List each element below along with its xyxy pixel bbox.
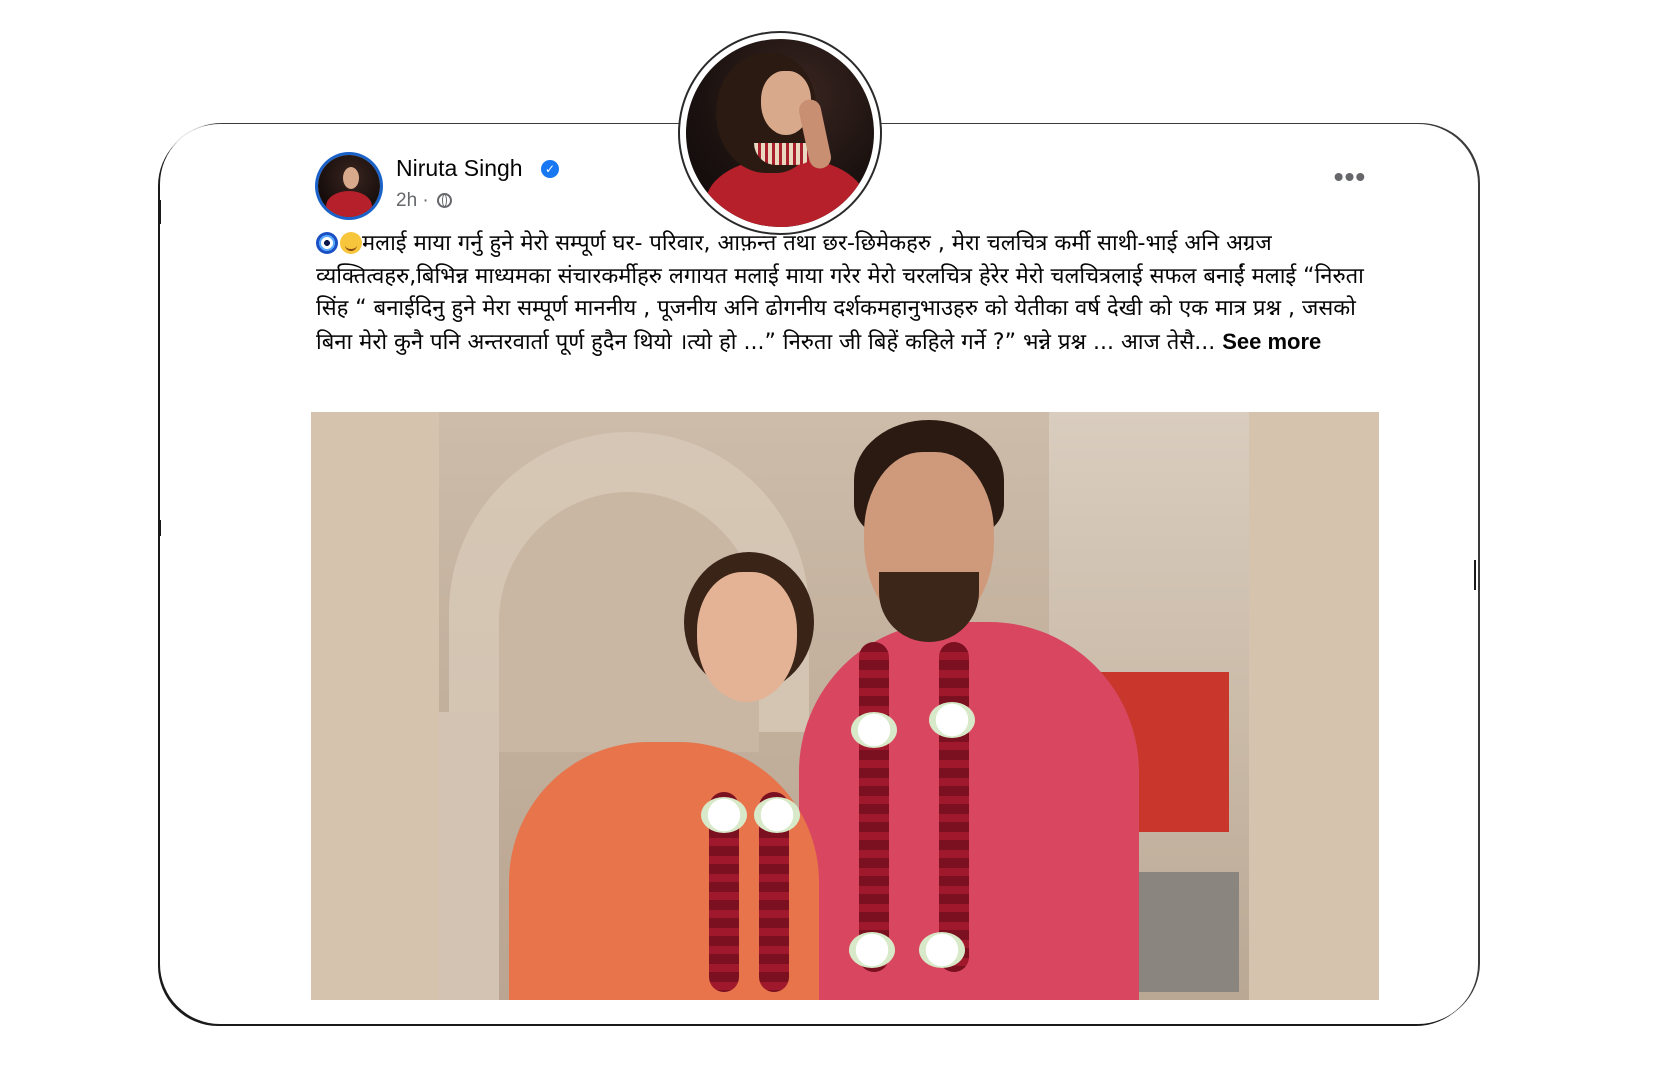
profile-photo-large (680, 33, 880, 233)
garland-flower (754, 797, 800, 833)
post-text: मलाई माया गर्नु हुने मेरो सम्पूर्ण घर- प… (316, 228, 1396, 359)
meta-separator: · (422, 190, 429, 211)
author-name[interactable]: Niruta Singh (396, 155, 523, 182)
relieved-face-emoji-icon (340, 232, 362, 254)
avatar-dress (326, 191, 372, 217)
screenshot-page: Niruta Singh ✓ 2h · ••• मलाई माया गर्नु … (0, 0, 1658, 1080)
avatar-face (343, 167, 359, 189)
author-avatar[interactable] (318, 155, 380, 217)
post-photo[interactable] (311, 412, 1379, 1000)
post-meta: 2h · (396, 190, 453, 212)
garland-flower (849, 932, 895, 968)
card-edge-mark (1474, 560, 1476, 590)
card-edge-mark (159, 200, 161, 224)
garland (859, 642, 889, 972)
garland (939, 642, 969, 972)
nazar-amulet-emoji-icon (316, 232, 338, 254)
globe-icon (437, 193, 453, 208)
garland-flower (929, 702, 975, 738)
verified-badge-icon: ✓ (541, 160, 559, 178)
garland-flower (701, 797, 747, 833)
garland-flower (851, 712, 897, 748)
post-time[interactable]: 2h (396, 190, 417, 211)
see-more-link[interactable]: See more (1222, 329, 1321, 354)
post-photo-content (439, 412, 1249, 1000)
more-options-icon[interactable]: ••• (1330, 163, 1370, 197)
woman-face (697, 572, 797, 702)
background-appliance (1139, 872, 1239, 992)
profile-photo-image (686, 39, 874, 227)
post-body: मलाई माया गर्नु हुने मेरो सम्पूर्ण घर- प… (316, 231, 1364, 355)
temple-pillar (439, 712, 499, 1000)
garland-flower (919, 932, 965, 968)
card-edge-mark (159, 520, 161, 536)
